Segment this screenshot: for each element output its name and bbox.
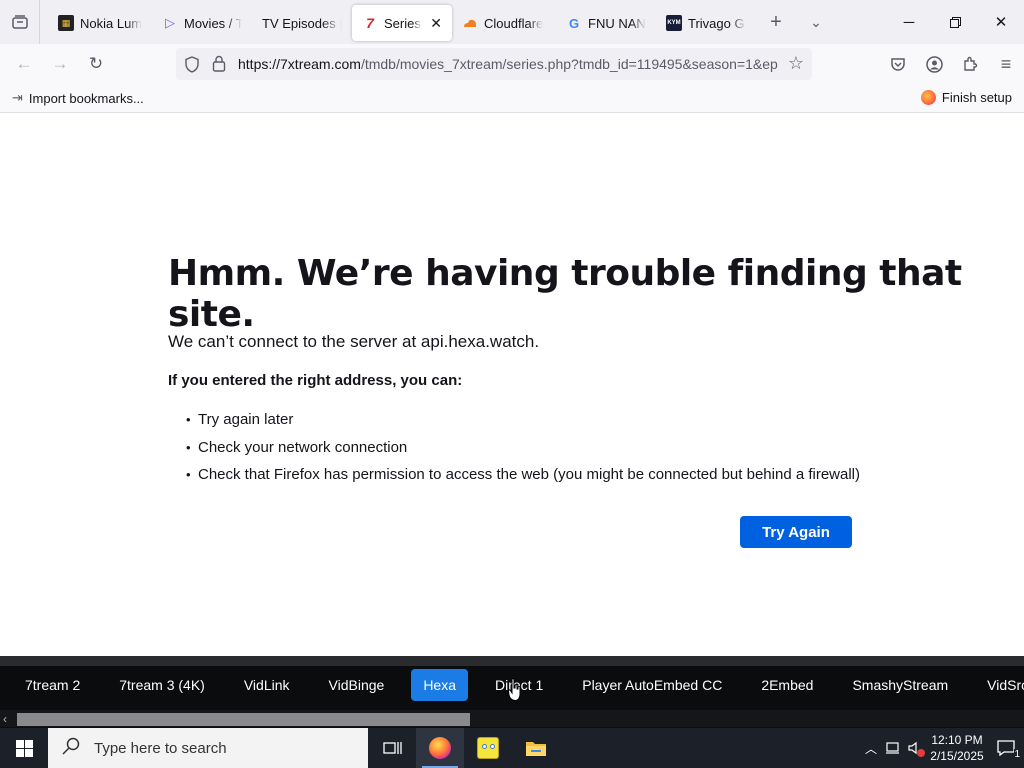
- tab-tv-episodes[interactable]: TV Episodes | C: [252, 5, 352, 41]
- server-vidsrc[interactable]: VidSrc: [975, 669, 1024, 701]
- search-placeholder: Type here to search: [94, 739, 227, 757]
- url-path: /tmdb/movies_7xtream/series.php?tmdb_id=…: [360, 56, 778, 72]
- network-icon[interactable]: [882, 741, 904, 755]
- scroll-left-icon[interactable]: ‹: [3, 712, 7, 726]
- error-title: Hmm. We’re having trouble finding that s…: [168, 253, 962, 335]
- spongebob-app-icon[interactable]: [464, 728, 512, 768]
- volume-muted-icon[interactable]: [904, 741, 926, 757]
- scrollbar-thumb[interactable]: [17, 713, 470, 726]
- forward-icon[interactable]: →: [42, 48, 78, 80]
- tab-strip: ▦ Nokia Lumia ▷ Movies / TV TV Episodes …: [0, 0, 1024, 44]
- clock-time: 12:10 PM: [931, 733, 983, 747]
- suggestion-text: Check that Firefox has permission to acc…: [198, 466, 861, 484]
- firefox-icon: [920, 90, 936, 105]
- minimize-icon[interactable]: ─: [886, 0, 932, 44]
- error-page: Hmm. We’re having trouble finding that s…: [0, 113, 1024, 656]
- finish-setup-button[interactable]: Finish setup: [920, 90, 1012, 105]
- clock[interactable]: 12:10 PM 2/15/2025: [926, 732, 988, 764]
- import-bookmarks-label: Import bookmarks...: [28, 90, 144, 106]
- hand-cursor-icon: [508, 678, 521, 702]
- windows-taskbar: Type here to search ︿ 12:10 PM 2/15/2025…: [0, 728, 1024, 768]
- finish-setup-label: Finish setup: [941, 90, 1012, 105]
- server-7tream-3[interactable]: 7tream 3 (4K): [107, 669, 217, 701]
- tab-list-icon[interactable]: [0, 0, 40, 44]
- tab-label: FNU NANO: [588, 15, 646, 31]
- shield-icon[interactable]: [184, 56, 200, 78]
- navigation-bar: ← → ↻ https://7xtream.com/tmdb/movies_7x…: [0, 44, 1024, 84]
- suggestion-text: Check your network connection: [198, 438, 408, 456]
- server-vidlink[interactable]: VidLink: [232, 669, 302, 701]
- bookmarks-bar: ⇥ Import bookmarks... Finish setup: [0, 84, 1024, 113]
- server-hexa[interactable]: Hexa: [411, 669, 468, 701]
- url-host: https://7xtream.com: [238, 56, 361, 72]
- tab-trivago-guy[interactable]: KYM Trivago Guy: [656, 5, 756, 41]
- tab-close-icon[interactable]: ✕: [430, 15, 442, 32]
- menu-icon[interactable]: ≡: [988, 44, 1024, 84]
- tab-label: TV Episodes | C: [262, 15, 342, 31]
- suggestion-list: • Try again later • Check your network con…: [186, 406, 860, 489]
- tab-series-player[interactable]: 7 Series Pl ✕: [352, 5, 452, 41]
- reload-icon[interactable]: ↻: [78, 48, 114, 80]
- kym-icon: KYM: [666, 15, 682, 31]
- restore-icon[interactable]: [932, 0, 978, 44]
- suggestion-text: Try again later: [198, 411, 294, 429]
- play-icon: ▷: [165, 15, 175, 30]
- google-icon: G: [568, 15, 580, 31]
- list-item: • Try again later: [186, 411, 294, 429]
- file-explorer-icon[interactable]: [512, 728, 560, 768]
- error-subheading: If you entered the right address, you ca…: [168, 372, 463, 389]
- server-2embed[interactable]: 2Embed: [749, 669, 825, 701]
- 7xtream-icon: 7: [366, 15, 374, 31]
- tab-label: Series Pl: [384, 15, 422, 31]
- server-player-autoembed[interactable]: Player AutoEmbed CC: [570, 669, 734, 701]
- notifications-icon[interactable]: 1: [988, 740, 1024, 760]
- pocket-icon[interactable]: [880, 44, 916, 84]
- server-smashystream[interactable]: SmashyStream: [840, 669, 960, 701]
- import-bookmarks-button[interactable]: ⇥ Import bookmarks...: [12, 90, 144, 106]
- taskbar-search-input[interactable]: Type here to search: [48, 728, 368, 768]
- tab-movies[interactable]: ▷ Movies / TV: [152, 5, 252, 41]
- server-7tream-2[interactable]: 7tream 2: [13, 669, 92, 701]
- server-vidbinge[interactable]: VidBinge: [317, 669, 397, 701]
- tab-label: Trivago Guy: [688, 15, 746, 31]
- url-text[interactable]: https://7xtream.com/tmdb/movies_7xtream/…: [238, 56, 778, 72]
- list-item: • Check that Firefox has permission to ac…: [186, 466, 861, 484]
- close-window-icon[interactable]: ✕: [978, 0, 1024, 44]
- cloudflare-icon: [462, 15, 478, 31]
- back-icon[interactable]: ←: [6, 48, 42, 80]
- new-tab-icon[interactable]: +: [756, 0, 796, 44]
- tab-nokia[interactable]: ▦ Nokia Lumia: [48, 5, 152, 41]
- notification-count: 1: [1014, 749, 1020, 760]
- tab-label: Cloudflare: [484, 15, 544, 31]
- chevron-up-icon[interactable]: ︿: [860, 740, 882, 757]
- nokia-icon: ▦: [58, 15, 74, 31]
- chevron-down-icon[interactable]: ⌄: [796, 0, 836, 44]
- horizontal-scrollbar[interactable]: ‹: [0, 710, 1024, 727]
- tab-cloudflare[interactable]: Cloudflare: [452, 5, 556, 41]
- tab-label: Nokia Lumia: [80, 15, 142, 31]
- lock-icon[interactable]: [212, 55, 226, 77]
- search-icon: [62, 737, 80, 759]
- tab-label: Movies / TV: [184, 15, 242, 31]
- star-icon[interactable]: ☆: [788, 53, 804, 74]
- windows-start-icon[interactable]: [0, 728, 48, 768]
- error-message: We can’t connect to the server at api.he…: [168, 332, 540, 351]
- firefox-taskbar-icon[interactable]: [416, 728, 464, 768]
- extensions-icon[interactable]: [952, 44, 988, 84]
- task-view-icon[interactable]: [368, 728, 416, 768]
- clock-date: 2/15/2025: [930, 749, 984, 763]
- system-tray: ︿ 12:10 PM 2/15/2025 1: [860, 728, 1024, 768]
- tab-fnu-nano[interactable]: G FNU NANO: [556, 5, 656, 41]
- try-again-button[interactable]: Try Again: [740, 516, 852, 548]
- account-icon[interactable]: [916, 44, 952, 84]
- import-icon: ⇥: [12, 90, 23, 105]
- url-bar[interactable]: https://7xtream.com/tmdb/movies_7xtream/…: [176, 48, 812, 80]
- list-item: • Check your network connection: [186, 438, 408, 456]
